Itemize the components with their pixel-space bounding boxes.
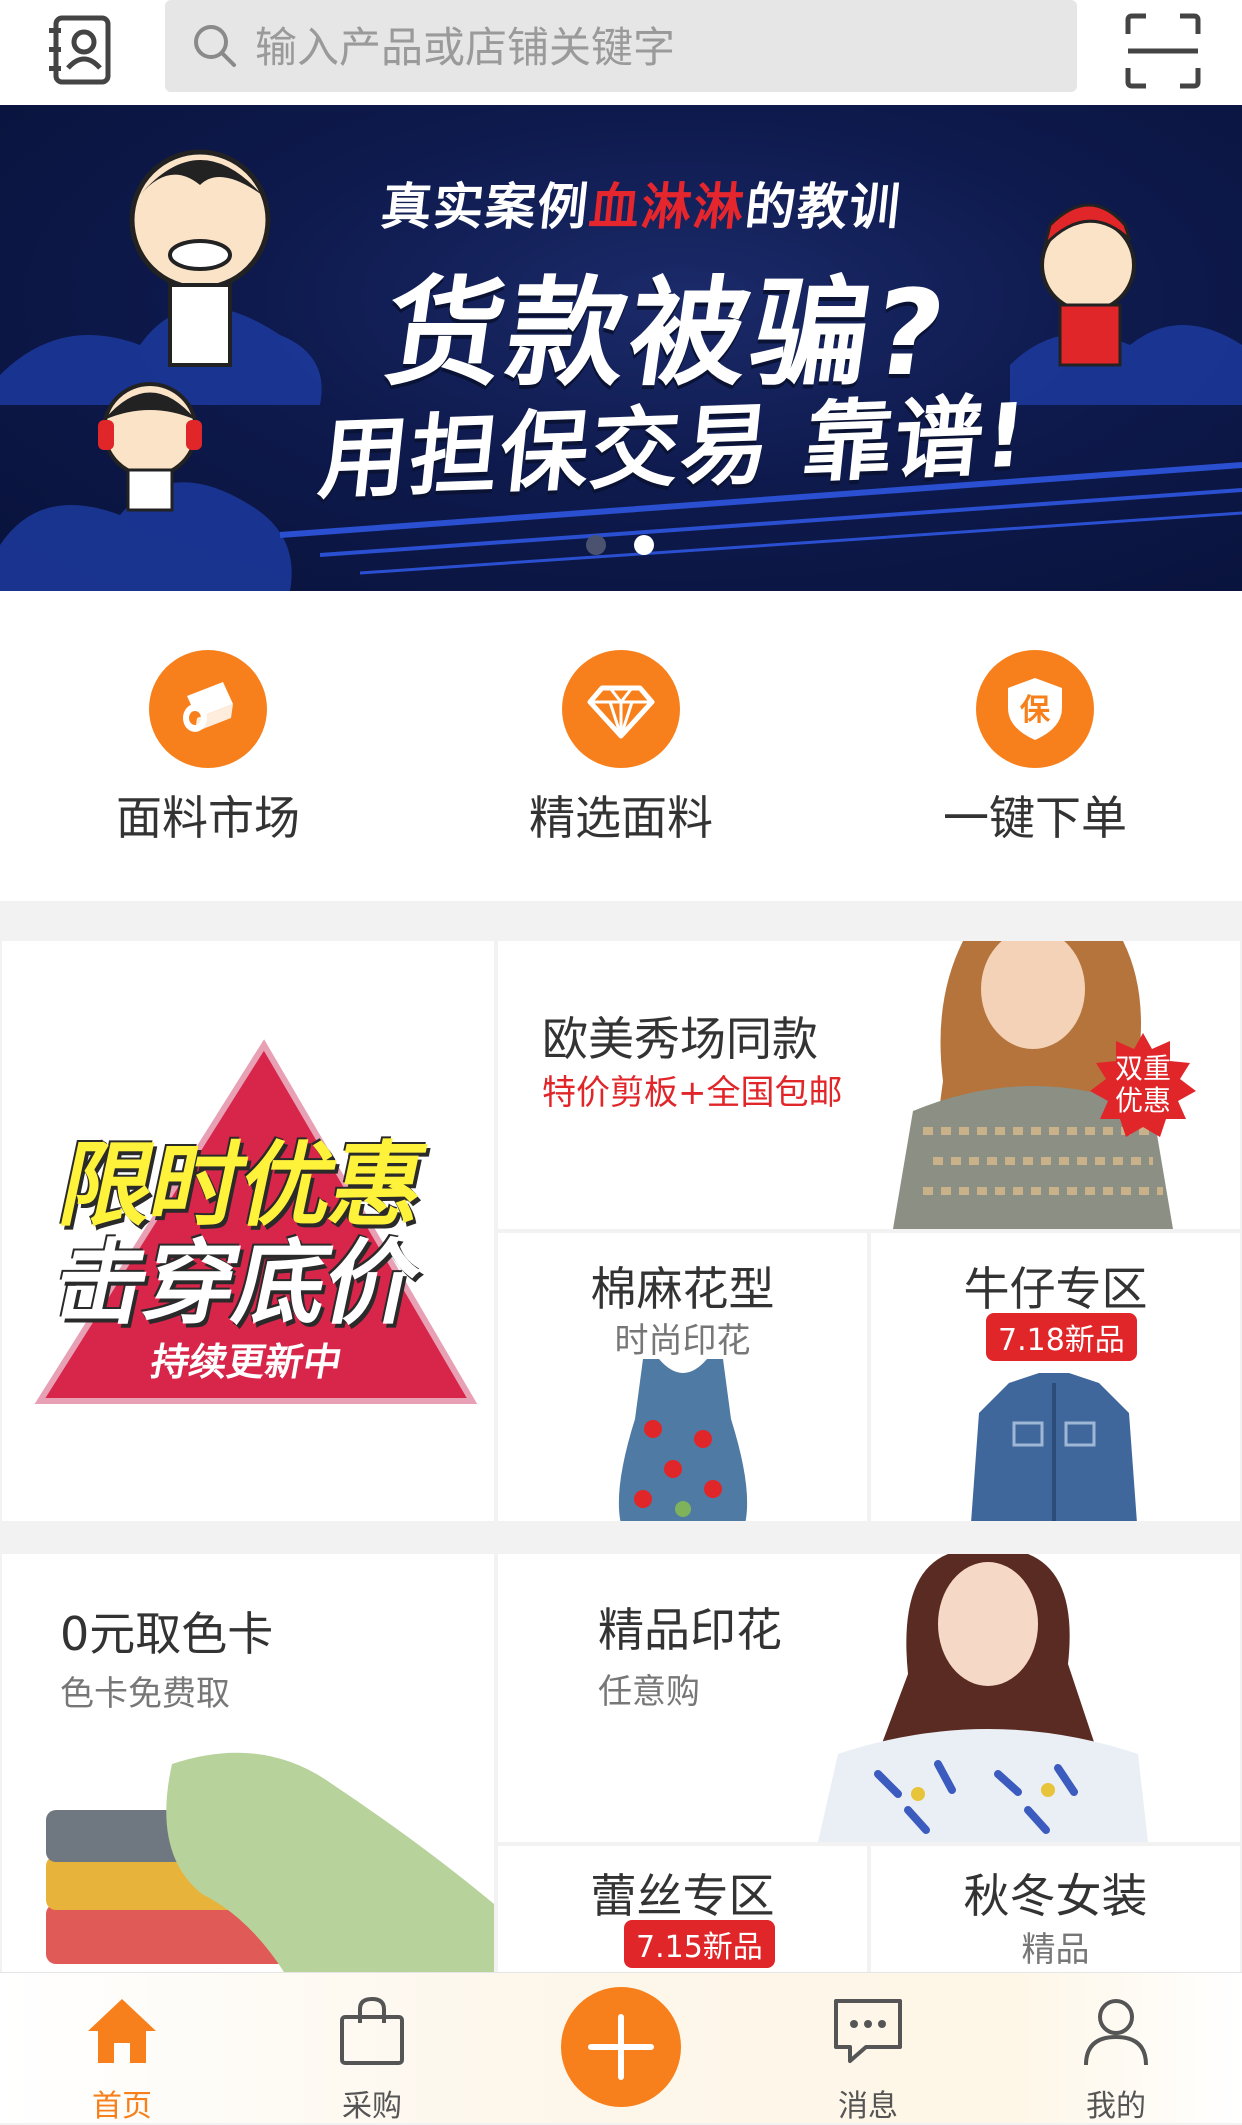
promo-lace[interactable]: 蕾丝专区 7.15新品 — [498, 1846, 867, 1972]
promo-subtitle: 色卡免费取 — [60, 1674, 230, 1714]
tab-label: 首页 — [92, 2089, 152, 2124]
promo-denim[interactable]: 牛仔专区 7.18新品 — [871, 1233, 1240, 1521]
promo-flash-sale[interactable]: 限时优惠 击穿底价 持续更新中 — [2, 941, 494, 1521]
home-icon — [88, 1999, 156, 2063]
top-bar — [0, 0, 1242, 105]
promo-title: 蕾丝专区 — [590, 1869, 775, 1923]
new-badge: 7.15新品 — [624, 1920, 775, 1968]
starburst-text: 双重优惠 — [1114, 1052, 1171, 1117]
promo-subtitle: 时尚印花 — [614, 1321, 751, 1361]
promo-title: 欧美秀场同款 — [542, 1012, 818, 1066]
promo-title: 秋冬女装 — [963, 1869, 1148, 1923]
denim-jacket-photo — [971, 1373, 1137, 1521]
quick-entry-fabric-market[interactable]: 面料市场 — [78, 650, 338, 848]
flash-sale-line2: 击穿底价 — [44, 1230, 428, 1337]
promo-cotton-linen[interactable]: 棉麻花型 时尚印花 — [498, 1233, 867, 1521]
promo-title: 精品印花 — [598, 1603, 782, 1657]
quick-entry-label: 面料市场 — [116, 791, 300, 845]
quick-entry-row: 面料市场 精选面料 保 一键下单 — [0, 591, 1242, 901]
promo-runway-style[interactable]: 欧美秀场同款 特价剪板+全国包邮 双重优惠 — [498, 941, 1240, 1229]
tab-label: 我的 — [1086, 2089, 1146, 2124]
promo-subtitle: 任意购 — [598, 1672, 700, 1712]
new-badge: 7.18新品 — [986, 1313, 1137, 1361]
tab-label: 采购 — [342, 2089, 402, 2124]
search-bar[interactable] — [165, 0, 1077, 94]
promo-premium-print[interactable]: 精品印花 任意购 — [498, 1554, 1240, 1842]
promo-title: 棉麻花型 — [590, 1262, 775, 1316]
quick-entry-label: 精选面料 — [529, 791, 713, 845]
tab-purchase[interactable]: 采购 — [302, 1993, 442, 2125]
tab-label: 消息 — [838, 2089, 898, 2124]
folded-fabrics-photo — [46, 1752, 494, 1972]
quick-entry-selected-fabric[interactable]: 精选面料 — [491, 650, 751, 848]
promo-free-color-card[interactable]: 0元取色卡 色卡免费取 — [2, 1554, 494, 1972]
publish-button[interactable] — [561, 1987, 681, 2107]
quick-entry-label: 一键下单 — [943, 791, 1127, 845]
flash-sale-ribbon: 持续更新中 — [147, 1340, 346, 1384]
scan-icon[interactable] — [1122, 10, 1204, 92]
tab-mine[interactable]: 我的 — [1046, 1993, 1186, 2125]
quick-entry-one-click-order[interactable]: 保 一键下单 — [905, 650, 1165, 848]
promo-subtitle: 特价剪板+全国包邮 — [542, 1073, 843, 1113]
promo-title: 0元取色卡 — [60, 1607, 274, 1661]
search-input[interactable] — [253, 0, 1057, 94]
diamond-icon — [562, 650, 680, 768]
chat-bubble-icon — [834, 1999, 902, 2063]
tab-messages[interactable]: 消息 — [798, 1993, 938, 2125]
shield-glyph: 保 — [1020, 693, 1051, 728]
carousel-dot-active[interactable] — [634, 535, 654, 555]
carousel-dot[interactable] — [586, 535, 606, 555]
user-icon — [1084, 1999, 1148, 2066]
search-icon — [194, 25, 236, 67]
banner-slogan: 用担保交易 靠谱! — [314, 383, 1033, 512]
floral-dress-photo — [618, 1359, 748, 1521]
promo-banner[interactable]: 真实案例血淋淋的教训 货款被骗? 用担保交易 靠谱! — [0, 105, 1242, 591]
model-photo — [818, 1554, 1148, 1842]
promo-autumn-winter[interactable]: 秋冬女装 精品 — [871, 1846, 1240, 1972]
carousel-indicator — [586, 535, 682, 559]
tab-home[interactable]: 首页 — [52, 1993, 192, 2125]
shopping-bag-icon — [340, 1996, 404, 2065]
promo-subtitle: 精品 — [1021, 1930, 1090, 1970]
promo-title: 牛仔专区 — [963, 1262, 1148, 1316]
shield-bao-icon: 保 — [976, 650, 1094, 768]
banner-tagline: 真实案例血淋淋的教训 — [378, 178, 905, 236]
plus-icon — [588, 2014, 654, 2080]
fabric-roll-icon — [149, 650, 267, 768]
contacts-icon[interactable] — [46, 14, 118, 86]
